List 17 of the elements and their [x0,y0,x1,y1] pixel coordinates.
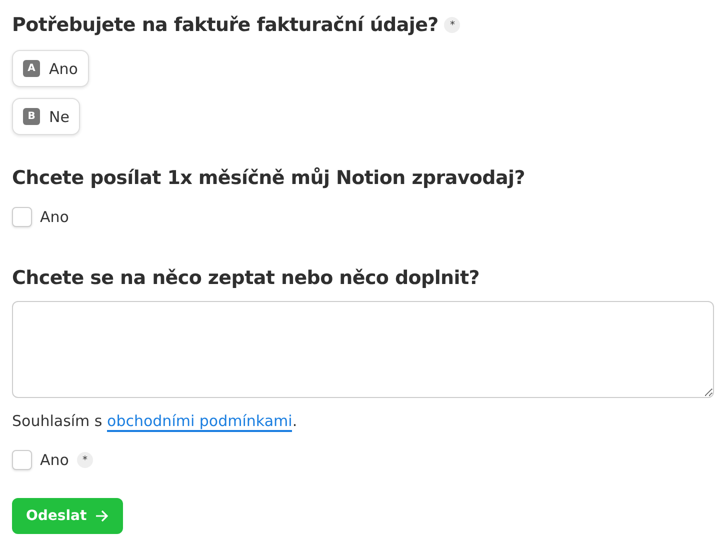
required-mark: * [76,452,93,468]
choice-option[interactable]: B Ne [12,98,80,135]
arrow-icon [94,509,109,523]
checkbox-label: Ano [40,208,69,226]
required-mark: * [444,17,460,33]
question-title: Chcete se na něco zeptat nebo něco doplnit? [12,267,480,289]
consent-text: Souhlasím s obchodními podmínkami. [12,412,298,430]
checkbox[interactable] [12,207,32,227]
terms-link[interactable]: obchodními podmínkami [107,412,292,432]
option-key: B [23,108,40,125]
choice-option[interactable]: A Ano [12,50,89,87]
checkbox[interactable] [12,450,32,470]
question-title: Chcete posílat 1x měsíčně můj Notion zpravodaj? [12,167,526,189]
question-title: Potřebujete na faktuře fakturační údaje? [12,14,438,36]
option-key: A [23,60,40,77]
checkbox-label: Ano [40,451,69,469]
answer-box[interactable] [12,301,714,398]
